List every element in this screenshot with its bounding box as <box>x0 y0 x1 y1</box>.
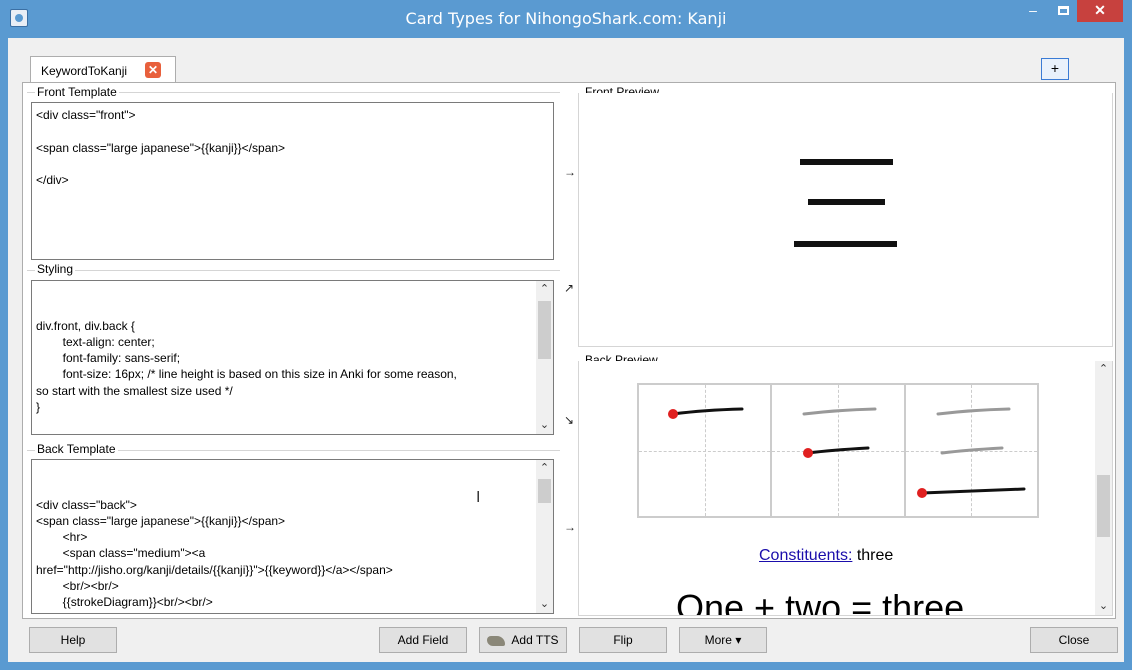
text-cursor-icon: I <box>476 489 481 506</box>
styling-up-arrow[interactable]: ↗ <box>564 281 574 295</box>
speech-icon <box>487 635 506 646</box>
minimize-button[interactable]: – <box>1020 0 1046 22</box>
stroke-2-svg <box>802 407 877 458</box>
constituents-link[interactable]: Constituents: <box>759 547 852 564</box>
back-preview: Constituents: three One + two = three ⌃ … <box>578 361 1113 616</box>
tab-pane: Front Template <div class="front"> <span… <box>22 82 1116 619</box>
back-template-editor[interactable]: <div class="back"> <span class="large ja… <box>31 459 554 614</box>
add-tts-button[interactable]: Add TTS <box>479 627 567 653</box>
scroll-down-icon[interactable]: ⌄ <box>1095 598 1112 615</box>
keyword-equation: One + two = three <box>676 587 965 616</box>
constituents-line: Constituents: three <box>759 547 893 565</box>
styling-label: Styling <box>35 262 76 276</box>
dialog-body: KeywordToKanji ✕ + Front Template <div c… <box>8 38 1124 662</box>
back-template-label: Back Template <box>35 442 118 456</box>
more-button[interactable]: More ▾ <box>679 627 767 653</box>
stroke-3-svg <box>916 407 1026 498</box>
scroll-down-icon[interactable]: ⌄ <box>536 596 553 613</box>
maximize-button[interactable] <box>1050 0 1076 22</box>
add-field-button[interactable]: Add Field <box>379 627 467 653</box>
styling-text: div.front, div.back { text-align: center… <box>36 318 457 434</box>
kanji-stroke-2 <box>808 199 885 205</box>
window-title: Card Types for NihongoShark.com: Kanji <box>405 9 727 28</box>
stroke-cell-3 <box>905 385 1037 516</box>
stroke-cell-1 <box>639 385 773 516</box>
close-button[interactable]: Close <box>1030 627 1118 653</box>
divider <box>27 270 560 271</box>
add-card-type-button[interactable]: + <box>1041 58 1069 80</box>
styling-down-arrow[interactable]: ↘ <box>564 413 574 427</box>
kanji-stroke-3 <box>794 241 897 247</box>
stroke-1-svg <box>668 407 744 419</box>
scroll-up-icon[interactable]: ⌃ <box>1095 361 1112 378</box>
styling-editor[interactable]: div.front, div.back { text-align: center… <box>31 280 554 435</box>
back-preview-scrollbar[interactable]: ⌃ ⌄ <box>1095 361 1112 615</box>
scroll-thumb[interactable] <box>538 301 551 359</box>
styling-scrollbar[interactable]: ⌃ ⌄ <box>536 281 553 434</box>
back-template-scrollbar[interactable]: ⌃ ⌄ <box>536 460 553 613</box>
scroll-thumb[interactable] <box>538 479 551 503</box>
maximize-icon <box>1057 6 1069 15</box>
front-preview <box>578 93 1113 347</box>
kanji-stroke-1 <box>800 159 893 165</box>
scroll-up-icon[interactable]: ⌃ <box>536 460 553 477</box>
scroll-down-icon[interactable]: ⌄ <box>536 417 553 434</box>
tab-keywordtokanji[interactable]: KeywordToKanji ✕ <box>30 56 176 83</box>
back-template-text: <div class="back"> <span class="large ja… <box>36 497 393 610</box>
scroll-up-icon[interactable]: ⌃ <box>536 281 553 298</box>
tab-label: KeywordToKanji <box>41 64 128 78</box>
front-template-label: Front Template <box>35 85 119 99</box>
back-arrow[interactable]: → <box>564 520 576 534</box>
front-template-editor[interactable]: <div class="front"> <span class="large j… <box>31 102 554 260</box>
tab-close-icon[interactable]: ✕ <box>145 62 161 78</box>
help-button[interactable]: Help <box>29 627 117 653</box>
front-arrow[interactable]: → <box>564 165 576 179</box>
add-tts-label: Add TTS <box>511 633 559 647</box>
stroke-cell-2 <box>772 385 906 516</box>
title-bar: Card Types for NihongoShark.com: Kanji –… <box>0 0 1132 38</box>
flip-button[interactable]: Flip <box>579 627 667 653</box>
close-window-button[interactable]: ✕ <box>1077 0 1123 22</box>
stroke-order-diagram <box>637 383 1039 518</box>
constituents-value: three <box>852 547 894 564</box>
scroll-thumb[interactable] <box>1097 475 1110 537</box>
